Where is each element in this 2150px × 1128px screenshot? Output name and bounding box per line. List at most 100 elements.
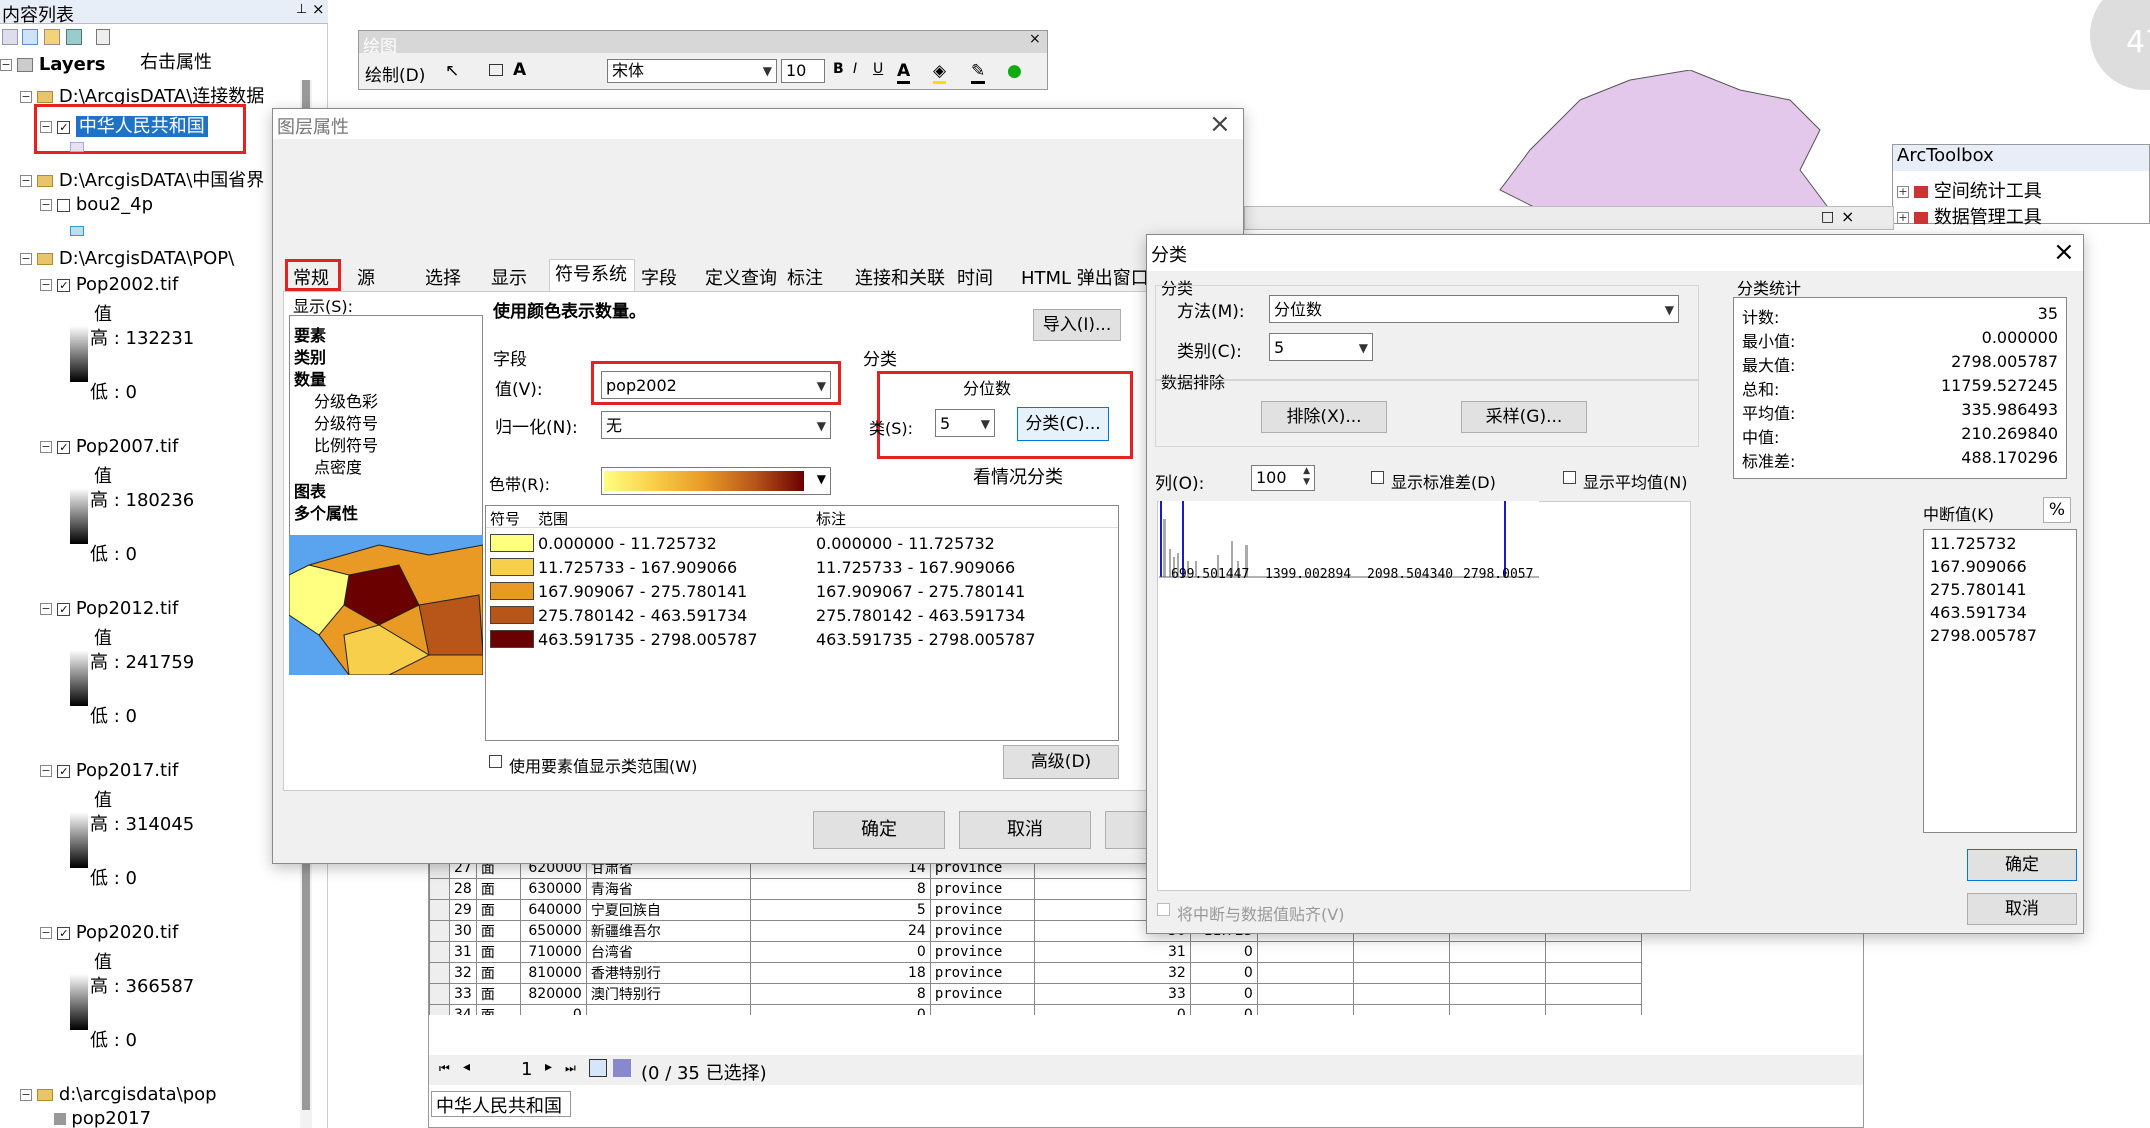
italic-button[interactable]: I bbox=[853, 61, 857, 77]
list-by-visibility-icon[interactable] bbox=[44, 29, 60, 45]
tree-charts[interactable]: 图表 bbox=[294, 478, 326, 502]
break-value[interactable]: 167.909066 bbox=[1930, 557, 2070, 580]
select-arrow-icon[interactable]: ↖ bbox=[445, 61, 459, 81]
class-row[interactable]: 11.725733 - 167.909066 11.725733 - 167.90… bbox=[486, 556, 1116, 580]
class-range[interactable]: 0.000000 - 11.725732 bbox=[538, 534, 717, 553]
method-select[interactable]: 分位数 ▼ bbox=[1269, 295, 1679, 323]
collapse-icon[interactable]: − bbox=[20, 1089, 32, 1101]
raster-name[interactable]: Pop2012.tif bbox=[76, 598, 179, 619]
close-icon[interactable]: × bbox=[1029, 31, 1041, 47]
raster-name[interactable]: Pop2017.tif bbox=[76, 760, 179, 781]
collapse-icon[interactable]: − bbox=[20, 91, 32, 103]
collapse-icon[interactable]: − bbox=[40, 603, 52, 615]
group-province-boundary[interactable]: D:\ArcgisDATA\中国省界 bbox=[59, 170, 264, 191]
break-value[interactable]: 463.591734 bbox=[1930, 603, 2070, 626]
columns-stepper[interactable]: 100 ▲ ▼ bbox=[1251, 465, 1315, 491]
pin-icon[interactable]: ⊥ bbox=[296, 2, 307, 17]
tab-fields[interactable]: 字段 bbox=[641, 264, 677, 290]
sampling-button[interactable]: 采样(G)... bbox=[1461, 401, 1587, 433]
raster-name[interactable]: Pop2002.tif bbox=[76, 274, 179, 295]
font-select[interactable]: 宋体 ▼ bbox=[607, 59, 777, 83]
class-symbol-swatch[interactable] bbox=[490, 558, 534, 576]
row-selector[interactable] bbox=[429, 941, 450, 963]
tab-time[interactable]: 时间 bbox=[957, 264, 993, 290]
class-symbol-swatch[interactable] bbox=[490, 630, 534, 648]
tab-symbology[interactable]: 符号系统 bbox=[555, 260, 627, 286]
collapse-icon[interactable]: − bbox=[0, 59, 12, 71]
class-row[interactable]: 463.591735 - 2798.005787 463.591735 - 279… bbox=[486, 628, 1116, 652]
col-range[interactable]: 范围 bbox=[538, 508, 568, 529]
classes-select[interactable]: 5 ▼ bbox=[935, 409, 995, 437]
row-selector[interactable] bbox=[429, 962, 450, 984]
collapse-icon[interactable]: − bbox=[40, 199, 52, 211]
raster-name[interactable]: Pop2020.tif bbox=[76, 922, 179, 943]
visibility-checkbox[interactable]: ✓ bbox=[57, 602, 71, 616]
tab-html-popup[interactable]: HTML 弹出窗口 bbox=[1021, 264, 1149, 290]
collapse-icon[interactable]: − bbox=[20, 175, 32, 187]
font-size-select[interactable]: 10 bbox=[781, 59, 825, 83]
break-value[interactable]: 275.780141 bbox=[1930, 580, 2070, 603]
stepper-arrows-icon[interactable]: ▲ ▼ bbox=[1303, 466, 1310, 488]
tree-features[interactable]: 要素 bbox=[294, 322, 326, 346]
cancel-button[interactable]: 取消 bbox=[1967, 893, 2077, 925]
collapse-icon[interactable]: − bbox=[40, 279, 52, 291]
first-record-icon[interactable]: ⏮ bbox=[439, 1061, 450, 1076]
table-tab[interactable]: 中华人民共和国 bbox=[431, 1091, 571, 1117]
tree-categories[interactable]: 类别 bbox=[294, 344, 326, 368]
group-pop-lower[interactable]: d:\arcgisdata\pop bbox=[59, 1084, 217, 1105]
break-value[interactable]: 2798.005787 bbox=[1930, 626, 2070, 649]
show-selected-icon[interactable] bbox=[613, 1059, 631, 1077]
list-by-drawing-order-icon[interactable] bbox=[2, 29, 18, 45]
tree-graduated-colors[interactable]: 分级色彩 bbox=[314, 388, 378, 412]
visibility-checkbox[interactable]: ✓ bbox=[57, 440, 71, 454]
row-selector[interactable] bbox=[429, 899, 450, 921]
show-std-checkbox[interactable] bbox=[1371, 471, 1384, 484]
percent-button[interactable]: % bbox=[2043, 497, 2071, 523]
tree-quantities[interactable]: 数量 bbox=[294, 366, 326, 390]
tab-labels[interactable]: 标注 bbox=[787, 264, 823, 290]
text-icon[interactable]: A bbox=[513, 60, 526, 80]
tree-proportional-symbols[interactable]: 比例符号 bbox=[314, 432, 378, 456]
class-range[interactable]: 463.591735 - 2798.005787 bbox=[538, 630, 758, 649]
fill-color-icon[interactable]: ◈ bbox=[933, 61, 947, 84]
tab-definition-query[interactable]: 定义查询 bbox=[705, 264, 777, 290]
class-row[interactable]: 167.909067 - 275.780141 167.909067 - 275.… bbox=[486, 580, 1116, 604]
table-row[interactable]: 32 面 810000 香港特别行 18 province 32 0 bbox=[429, 962, 1642, 984]
visibility-checkbox[interactable]: ✓ bbox=[57, 926, 71, 940]
line-color-icon[interactable]: ✎ bbox=[971, 61, 986, 84]
show-mean-checkbox[interactable] bbox=[1563, 471, 1576, 484]
close-icon[interactable]: × bbox=[1209, 109, 1231, 139]
options-icon[interactable] bbox=[96, 29, 110, 45]
class-label[interactable]: 463.591735 - 2798.005787 bbox=[816, 630, 1036, 649]
class-row[interactable]: 275.780142 - 463.591734 275.780142 - 463.… bbox=[486, 604, 1116, 628]
font-color-icon[interactable]: A bbox=[897, 61, 911, 84]
tree-multiple-attributes[interactable]: 多个属性 bbox=[294, 500, 358, 524]
close-icon[interactable]: × bbox=[1841, 207, 1854, 226]
prev-record-icon[interactable]: ◂ bbox=[463, 1059, 470, 1075]
row-selector[interactable] bbox=[429, 1004, 450, 1015]
visibility-checkbox[interactable] bbox=[57, 198, 71, 212]
class-range[interactable]: 11.725733 - 167.909066 bbox=[538, 558, 737, 577]
marker-color-icon[interactable]: ● bbox=[1007, 61, 1022, 81]
break-values-list[interactable]: 11.725732 167.909066 275.780141 463.591734 2… bbox=[1923, 529, 2077, 833]
col-symbol[interactable]: 符号 bbox=[490, 508, 520, 529]
collapse-icon[interactable]: − bbox=[40, 441, 52, 453]
tree-dot-density[interactable]: 点密度 bbox=[314, 454, 362, 478]
rectangle-icon[interactable] bbox=[489, 64, 503, 76]
visibility-checkbox[interactable]: ✓ bbox=[57, 764, 71, 778]
col-label[interactable]: 标注 bbox=[816, 508, 846, 529]
class-label[interactable]: 0.000000 - 11.725732 bbox=[816, 534, 995, 553]
class-range[interactable]: 167.909067 - 275.780141 bbox=[538, 582, 747, 601]
row-selector[interactable] bbox=[429, 920, 450, 942]
collapse-icon[interactable]: − bbox=[20, 253, 32, 265]
last-record-icon[interactable]: ⏭ bbox=[565, 1061, 576, 1076]
tree-graduated-symbols[interactable]: 分级符号 bbox=[314, 410, 378, 434]
class-symbol-swatch[interactable] bbox=[490, 606, 534, 624]
tab-selection[interactable]: 选择 bbox=[425, 264, 461, 290]
color-ramp-select[interactable]: ▼ bbox=[601, 467, 831, 495]
layer-pop2017[interactable]: pop2017 bbox=[71, 1108, 151, 1128]
exclusion-button[interactable]: 排除(X)... bbox=[1261, 401, 1387, 433]
import-button[interactable]: 导入(I)... bbox=[1033, 309, 1121, 341]
raster-name[interactable]: Pop2007.tif bbox=[76, 436, 179, 457]
row-selector[interactable] bbox=[429, 878, 450, 900]
